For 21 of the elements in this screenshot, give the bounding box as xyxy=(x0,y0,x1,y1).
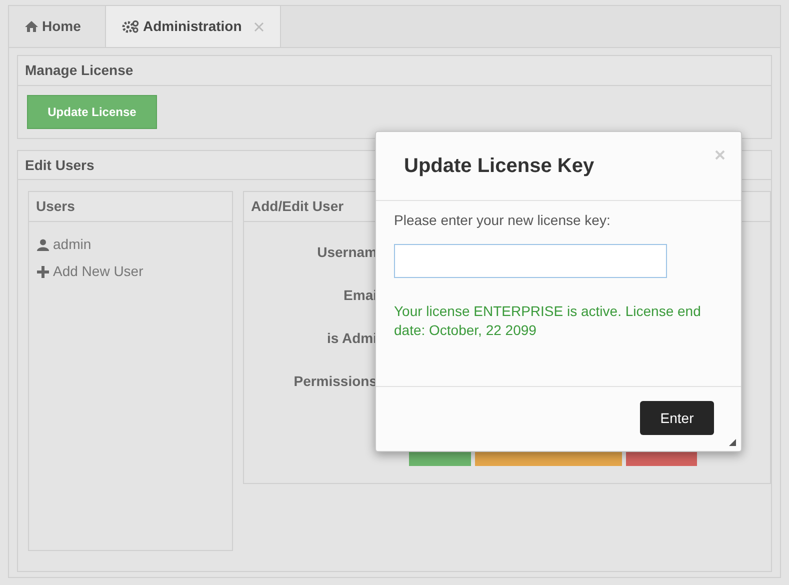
field-label: Usernam xyxy=(317,243,377,262)
user-icon xyxy=(37,238,49,250)
tab[interactable]: Administration xyxy=(106,6,281,47)
panel-title: Manage License xyxy=(25,61,134,80)
plus-icon xyxy=(37,266,49,278)
license-key-field[interactable] xyxy=(394,244,667,278)
dialog-title: Update License Key xyxy=(404,154,594,179)
add-user-link[interactable]: Add New User xyxy=(53,261,144,282)
close-tab-icon[interactable] xyxy=(254,22,264,32)
user-list-item[interactable]: admin xyxy=(53,234,92,255)
resize-grip-icon[interactable] xyxy=(729,439,736,446)
panel-title: Edit Users xyxy=(25,156,94,174)
field-label: Permissions xyxy=(294,372,377,391)
license-status-text: Your license ENTERPRISE is active. License end date: October, 22 2099 xyxy=(394,302,702,340)
close-icon[interactable] xyxy=(715,150,725,160)
prompt-text: Please enter your new license key: xyxy=(394,211,612,230)
home-icon xyxy=(25,21,38,32)
gears-icon xyxy=(122,20,139,33)
panel-title: Users xyxy=(36,197,75,216)
enter-button[interactable]: Enter xyxy=(640,401,714,435)
panel-title: Add/Edit User xyxy=(251,197,344,216)
